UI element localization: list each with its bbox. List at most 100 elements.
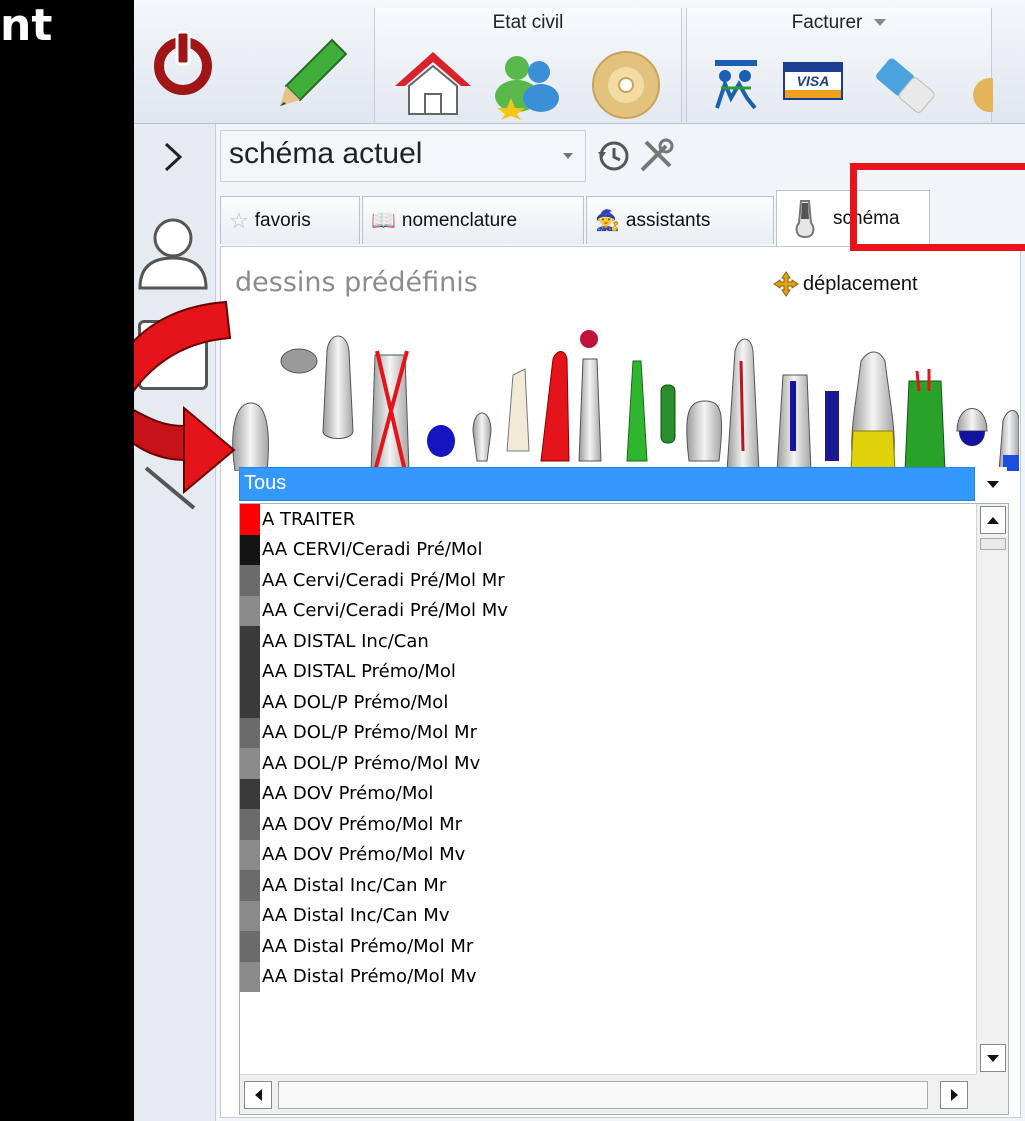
drawing-red-canal[interactable] [726,338,760,472]
drawing-blue-canal[interactable] [776,374,812,472]
list-item-label: AA DOL/P Prémo/Mol Mr [262,722,477,744]
list-item-label: AA DISTAL Prémo/Mol [262,661,456,683]
more-button-cropped[interactable] [973,78,993,118]
list-item[interactable]: AA DOV Prémo/Mol Mv [240,839,977,870]
list-item-label: AA DOL/P Prémo/Mol Mv [262,752,481,774]
drawing-pin[interactable] [578,330,602,462]
list-item-label: A TRAITER [262,508,356,530]
list-item[interactable]: AA DOL/P Prémo/Mol [240,687,977,718]
settings-button[interactable] [636,136,676,176]
color-swatch [240,839,260,870]
list-item[interactable]: AA DOL/P Prémo/Mol Mv [240,748,977,779]
list-item-label: AA Distal Prémo/Mol Mr [262,935,474,957]
list-item[interactable]: AA DOL/P Prémo/Mol Mr [240,717,977,748]
list-item-label: AA Distal Prémo/Mol Mv [262,966,477,988]
list-item[interactable]: AA Cervi/Ceradi Pré/Mol Mv [240,595,977,626]
drawing-partial[interactable] [998,410,1020,472]
feuille-soins-button[interactable] [711,54,761,110]
list-item[interactable]: AA DISTAL Prémo/Mol [240,656,977,687]
arrow-down-icon [987,1054,999,1062]
power-button[interactable] [150,30,216,96]
drawings-list: A TRAITER AA CERVI/Ceradi Pré/Mol AA Cervi… [239,503,1009,1115]
tab-assistants[interactable]: 🧙 assistants [586,196,774,244]
move-arrows-icon [773,271,799,297]
color-swatch [240,809,260,840]
color-swatch [240,626,260,657]
drawing-screw[interactable] [660,384,676,444]
arrow-right-icon [950,1089,958,1101]
power-icon [154,30,212,95]
filter-dropdown-button[interactable] [979,467,1007,501]
drawing-small-root[interactable] [472,412,492,462]
color-swatch [240,870,260,901]
color-swatch [240,595,260,626]
rotation-arrow-annotation [134,300,236,495]
wizard-icon: 🧙 [595,210,620,232]
list-item[interactable]: AA CERVI/Ceradi Pré/Mol [240,534,977,565]
cd-button[interactable] [589,48,663,122]
schema-selector[interactable]: schéma actuel [220,130,586,182]
drawing-green-root[interactable] [626,360,648,462]
scroll-thumb[interactable] [980,538,1006,550]
pencil-icon [280,38,348,106]
tab-favoris[interactable]: ☆ favoris [220,196,360,244]
list-item-label: AA Cervi/Ceradi Pré/Mol Mv [262,600,508,622]
chevron-down-icon [563,153,573,159]
drawing-implant[interactable] [825,391,839,461]
move-button[interactable]: déplacement [773,271,918,297]
scroll-right-button[interactable] [940,1081,968,1109]
expand-button[interactable] [158,140,188,174]
facturer-label[interactable]: Facturer [687,12,991,34]
drawing-green-crown[interactable] [904,369,946,472]
list-item-label: AA DOV Prémo/Mol [262,783,434,805]
drawing-yellow-crown[interactable] [850,351,896,472]
horizontal-scroll-thumb[interactable] [278,1081,928,1109]
list-item-label: AA DOV Prémo/Mol Mr [262,813,463,835]
drawing-blue-crown[interactable] [956,408,988,447]
list-item-label: AA DOV Prémo/Mol Mv [262,844,466,866]
list-item-label: AA CERVI/Ceradi Pré/Mol [262,539,483,561]
color-swatch [240,534,260,565]
patients-button[interactable] [487,50,567,120]
visa-card-icon: VISA [783,62,843,100]
edit-button[interactable] [274,36,354,108]
list-item[interactable]: AA Distal Inc/Can Mv [240,900,977,931]
arrow-up-icon [987,516,999,524]
home-button[interactable] [391,48,475,118]
list-item[interactable]: AA Distal Prémo/Mol Mv [240,961,977,992]
color-swatch [240,717,260,748]
scroll-left-button[interactable] [244,1081,272,1109]
drawing-molar-small[interactable] [686,400,723,462]
horizontal-scrollbar[interactable] [240,1074,977,1114]
chevron-right-icon [164,142,183,172]
history-icon [598,141,629,171]
star-icon: ☆ [229,207,249,233]
drawing-red-root[interactable] [540,351,570,462]
list-item-label: AA DOL/P Prémo/Mol [262,691,449,713]
list-item-label: AA Cervi/Ceradi Pré/Mol Mr [262,569,505,591]
drawing-blue-ball[interactable] [427,425,455,457]
list-item[interactable]: AA Distal Prémo/Mol Mr [240,931,977,962]
list-item[interactable]: AA Cervi/Ceradi Pré/Mol Mr [240,565,977,596]
scroll-up-button[interactable] [980,506,1006,534]
eraser-button[interactable] [869,54,941,114]
color-swatch [240,931,260,962]
drawing-white-root[interactable] [506,368,530,452]
history-button[interactable] [596,138,632,174]
schema-panel: schéma actuel ☆ favoris 📖 nomenclature 🧙… [216,124,1025,1121]
list-item[interactable]: AA DOV Prémo/Mol Mr [240,809,977,840]
tab-nomenclature[interactable]: 📖 nomenclature [362,196,584,244]
list-item[interactable]: AA DISTAL Inc/Can [240,626,977,657]
list-item[interactable]: AA DOV Prémo/Mol [240,778,977,809]
scroll-down-button[interactable] [980,1044,1006,1072]
arrow-left-icon [254,1089,262,1101]
color-swatch [240,748,260,779]
vertical-scrollbar[interactable] [976,504,1008,1074]
visa-button[interactable]: VISA [783,62,843,102]
drawing-crossed-tooth[interactable] [370,350,410,472]
list-item-label: AA DISTAL Inc/Can [262,630,429,652]
list-item[interactable]: AA Distal Inc/Can Mr [240,870,977,901]
color-swatch [240,961,260,992]
application-window: Etat civil Facturer VISA schéma actuel ☆… [134,0,1025,1121]
left-sidebar [134,124,216,1121]
